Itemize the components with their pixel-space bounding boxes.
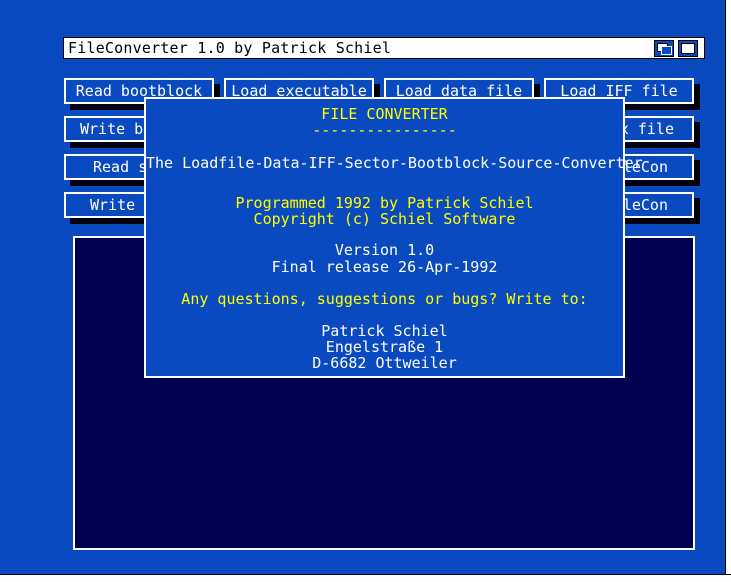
screen-right-edge (725, 0, 731, 581)
dialog-subtitle: The Loadfile-Data-IFF-Sector-Bootblock-S… (146, 154, 643, 172)
dialog-heading: FILE CONVERTER (321, 105, 448, 123)
dialog-release: Final release 26-Apr-1992 (271, 258, 498, 276)
dialog-programmed: Programmed 1992 by Patrick Schiel (235, 194, 534, 212)
window-title-bar[interactable]: FileConverter 1.0 by Patrick Schiel (63, 37, 705, 59)
dialog-city: D-6682 Ottweiler (312, 354, 457, 372)
dialog-copyright: Copyright (c) Schiel Software (253, 210, 516, 228)
about-dialog[interactable]: FILE CONVERTER ---------------- The Load… (144, 97, 643, 378)
dialog-version: Version 1.0 (334, 241, 435, 259)
workbench-screen: FileConverter 1.0 by Patrick Schiel Read… (0, 0, 731, 581)
depth-arrange-icon[interactable] (654, 40, 674, 57)
dialog-heading-underline: ---------------- (312, 121, 457, 139)
window-title: FileConverter 1.0 by Patrick Schiel (68, 39, 392, 57)
dialog-street: Engelstraße 1 (325, 338, 444, 356)
dialog-name: Patrick Schiel (321, 322, 448, 340)
zoom-icon[interactable] (678, 40, 698, 57)
dialog-questions: Any questions, suggestions or bugs? Writ… (181, 290, 588, 308)
